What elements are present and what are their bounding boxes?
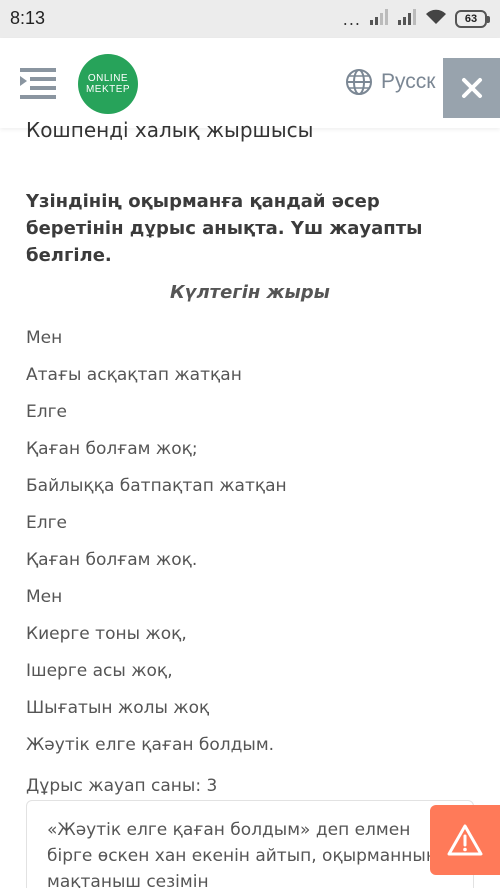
signal-icon — [369, 9, 389, 29]
question-text: Үзіндінің оқырманға қандай әсер беретіні… — [26, 191, 423, 266]
status-icons: ... 63 — [343, 8, 490, 30]
wifi-icon — [425, 9, 447, 29]
poem-line: Қаған болғам жоқ; — [26, 439, 198, 459]
language-selector[interactable]: Русск — [345, 68, 435, 96]
section-heading: Кошпенді халық жыршысы — [26, 120, 314, 142]
close-button[interactable] — [443, 58, 500, 118]
globe-icon — [346, 69, 372, 95]
signal-icon-2 — [397, 9, 417, 29]
status-time: 8:13 — [10, 8, 46, 28]
status-bar: 8:13 ... 63 — [0, 0, 500, 38]
answer-option-text: «Жәутік елге қаған болдым» деп елмен бір… — [47, 820, 438, 888]
poem-line: Мен — [26, 587, 63, 607]
notification-dots: ... — [342, 10, 361, 29]
app-header: ONLINE MEKTEP Русск — [0, 38, 500, 128]
poem-line: Мен — [26, 328, 63, 348]
close-icon — [461, 78, 482, 98]
poem-line: Ішерге асы жоқ, — [26, 661, 173, 681]
warning-icon — [447, 824, 483, 856]
poem-line: Қаған болғам жоқ. — [26, 550, 198, 570]
poem-line: Киерге тоны жоқ, — [26, 624, 187, 644]
poem-line: Атағы асқақтап жатқан — [26, 365, 242, 385]
logo-line-2: MEKTEP — [85, 84, 131, 95]
poem-line: Шығатын жолы жоқ — [26, 698, 210, 718]
main-content: Кошпенді халық жыршысы Үзіндінің оқырман… — [0, 120, 500, 888]
poem-line: Байлыққа батпақтап жатқан — [26, 476, 287, 496]
poem-title: Күлтегін жыры — [170, 282, 330, 303]
poem-line: Елге — [26, 513, 67, 533]
poem-line: Жәутік елге қаған болдым. — [26, 735, 275, 755]
language-label: Русск — [381, 70, 436, 93]
correct-answer-count: Дұрыс жауап саны: 3 — [26, 776, 218, 796]
menu-icon — [20, 68, 56, 99]
poem: Мен Атағы асқақтап жатқан Елге Қаған бол… — [26, 320, 287, 764]
report-button[interactable] — [430, 805, 500, 875]
battery-level: 63 — [455, 10, 487, 28]
online-mektep-logo[interactable]: ONLINE MEKTEP — [78, 54, 138, 114]
logo-line-1: ONLINE — [87, 73, 129, 84]
answer-option-1[interactable]: «Жәутік елге қаған болдым» деп елмен бір… — [26, 800, 474, 888]
menu-button[interactable] — [20, 66, 56, 100]
battery-icon: 63 — [455, 10, 490, 28]
poem-line: Елге — [26, 402, 67, 422]
